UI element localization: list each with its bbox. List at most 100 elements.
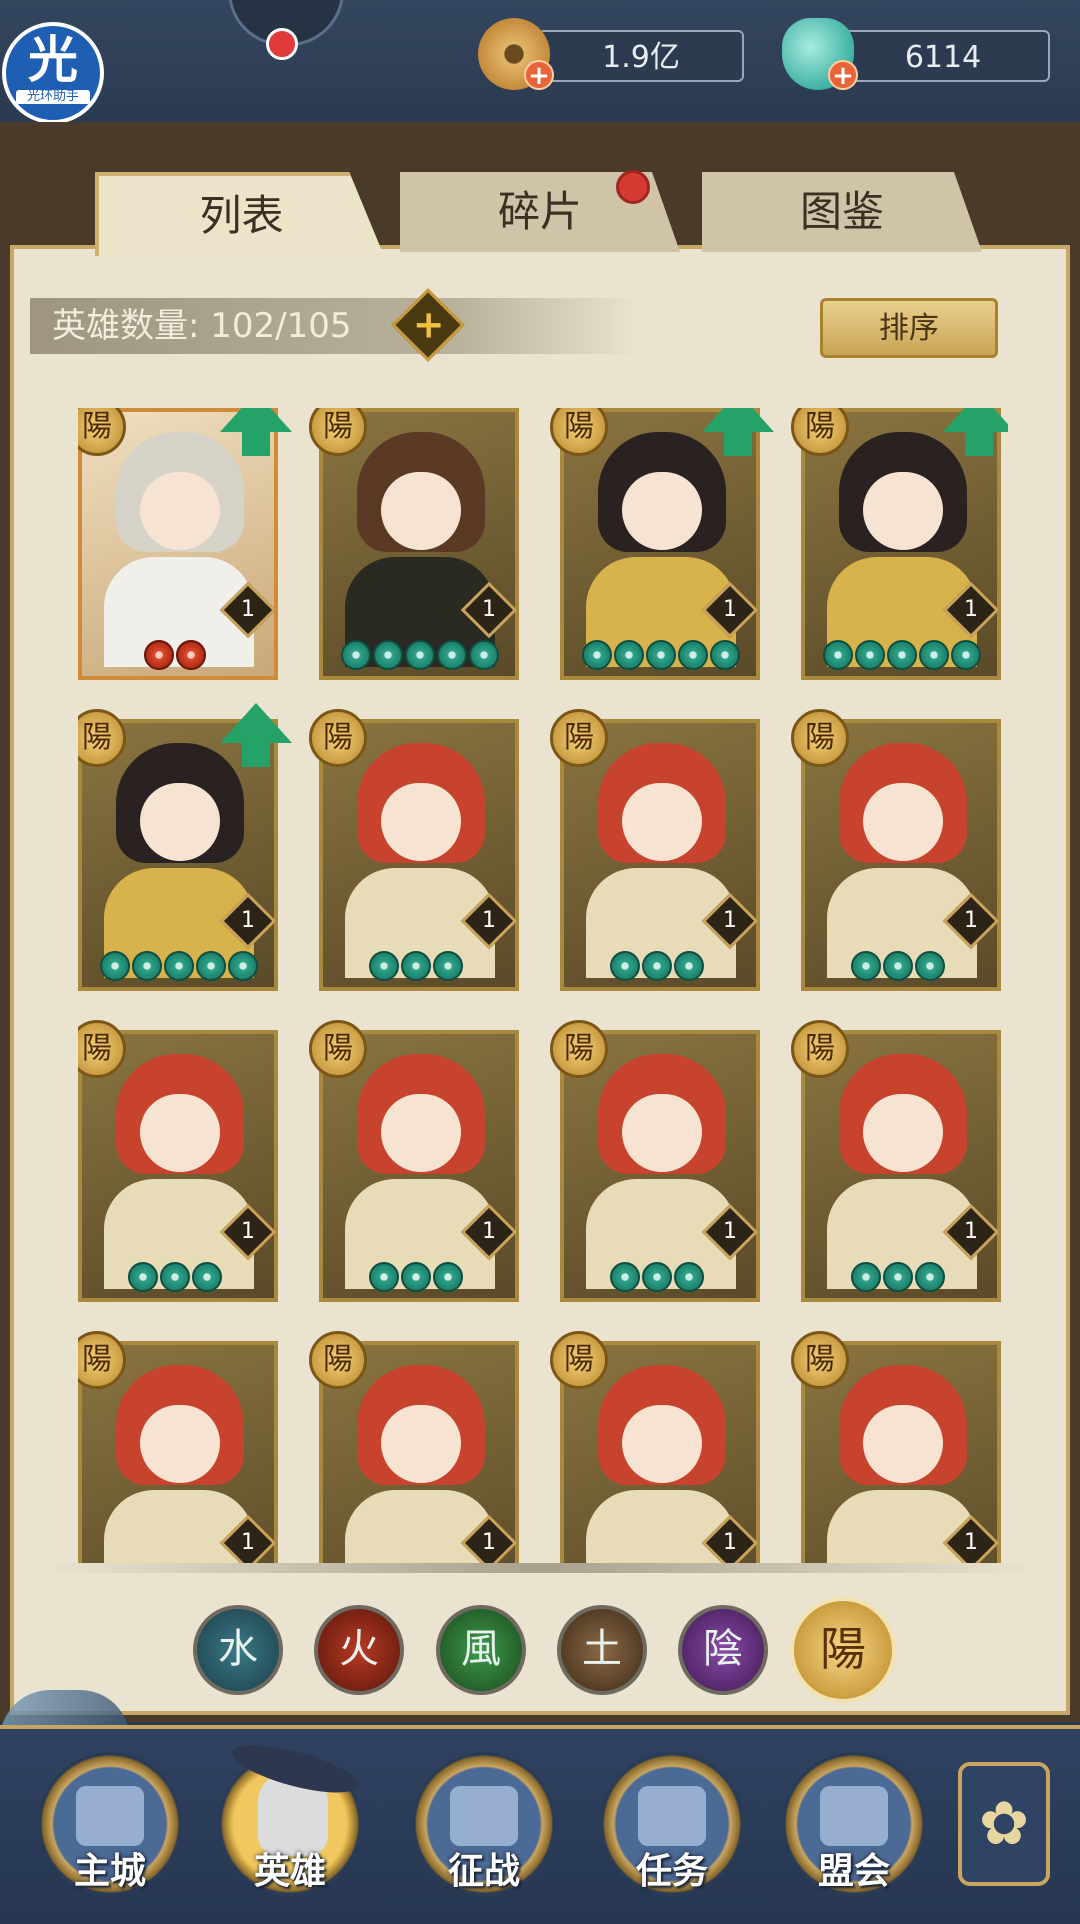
add-gold-button[interactable]: +: [524, 60, 554, 90]
hero-portrait-face: [863, 1405, 943, 1483]
star-icon: [883, 951, 913, 981]
yang-element-badge: 陽: [791, 709, 849, 767]
hero-card[interactable]: 陽1: [550, 408, 774, 680]
hero-level-value: 1: [723, 908, 737, 933]
star-icon: [433, 1262, 463, 1292]
star-icon: [674, 1262, 704, 1292]
hero-portrait-face: [140, 1405, 220, 1483]
filter-water-button[interactable]: 水: [193, 1605, 283, 1695]
hero-star-row: [128, 1262, 222, 1294]
hero-level-value: 1: [482, 597, 496, 622]
star-icon: [401, 1262, 431, 1292]
filter-fire-button[interactable]: 火: [314, 1605, 404, 1695]
nav-tasks[interactable]: 任务: [600, 1752, 744, 1896]
star-icon: [642, 1262, 672, 1292]
tab-gallery[interactable]: 图鉴: [702, 172, 982, 252]
nav-label-tasks: 任务: [635, 1851, 708, 1892]
hero-portrait-face: [381, 1405, 461, 1483]
star-icon: [710, 640, 740, 670]
upgrade-arrow-icon: [220, 408, 292, 456]
scroll-icon: [638, 1786, 706, 1846]
hero-star-row: [610, 951, 704, 983]
star-icon: [373, 640, 403, 670]
star-icon: [228, 951, 258, 981]
yang-element-badge: 陽: [78, 1020, 126, 1078]
star-icon: [164, 951, 194, 981]
hero-card[interactable]: 陽1: [791, 1020, 1001, 1302]
upgrade-arrow-icon: [220, 703, 292, 767]
filter-earth-button[interactable]: 土: [557, 1605, 647, 1695]
hero-level-value: 1: [723, 1530, 737, 1555]
star-icon: [176, 640, 206, 670]
hero-card[interactable]: 陽1: [550, 1020, 760, 1302]
hero-card[interactable]: 陽1: [309, 1020, 519, 1302]
yang-element-badge: 陽: [309, 1020, 367, 1078]
hero-level-value: 1: [482, 908, 496, 933]
hero-level-value: 1: [964, 1530, 978, 1555]
star-icon: [823, 640, 853, 670]
star-icon: [144, 640, 174, 670]
yang-element-badge: 陽: [550, 1020, 608, 1078]
hero-card[interactable]: 陽1: [309, 1331, 519, 1563]
hero-card[interactable]: 陽1: [791, 408, 1008, 680]
hero-card[interactable]: 陽1: [309, 408, 519, 680]
star-icon: [132, 951, 162, 981]
app-logo[interactable]: 光 光环助手: [2, 22, 104, 124]
hero-card[interactable]: 陽1: [78, 1020, 278, 1302]
plus-icon: +: [412, 302, 445, 347]
hero-card[interactable]: 陽1: [78, 703, 292, 991]
hero-card[interactable]: 陽1: [309, 709, 519, 991]
hero-card[interactable]: 陽1: [78, 408, 292, 680]
nav-alliance[interactable]: 盟会: [782, 1752, 926, 1896]
star-icon: [610, 951, 640, 981]
star-icon: [469, 640, 499, 670]
sort-button[interactable]: 排序: [820, 298, 998, 358]
hero-card[interactable]: 陽1: [791, 1331, 1001, 1563]
hero-level-value: 1: [964, 1219, 978, 1244]
hero-level-value: 1: [482, 1530, 496, 1555]
hero-star-row: [582, 640, 740, 672]
nav-heroes[interactable]: 英雄: [218, 1735, 363, 1896]
notification-dot: [266, 28, 298, 60]
star-icon: [369, 951, 399, 981]
filter-wind-button[interactable]: 風: [436, 1605, 526, 1695]
yang-element-badge: 陽: [791, 408, 849, 456]
hero-portrait-face: [622, 472, 702, 550]
hero-level-value: 1: [964, 597, 978, 622]
yang-element-badge: 陽: [309, 1331, 367, 1389]
star-icon: [192, 1262, 222, 1292]
nav-main-city[interactable]: 主城: [38, 1752, 182, 1896]
upgrade-arrow-icon: [702, 408, 774, 456]
nav-campaign[interactable]: 征战: [412, 1752, 556, 1896]
logo-char: 光: [28, 31, 78, 89]
gem-display: 6114: [836, 30, 1050, 82]
gold-display: 1.9亿: [538, 30, 744, 82]
hero-card[interactable]: 陽1: [550, 709, 760, 991]
add-gem-button[interactable]: +: [828, 60, 858, 90]
nav-label-alliance: 盟会: [817, 1851, 890, 1892]
upgrade-arrow-icon: [943, 408, 1008, 456]
hero-card[interactable]: 陽1: [550, 1331, 760, 1563]
hero-star-row: [369, 951, 463, 983]
hero-portrait-face: [863, 1094, 943, 1172]
yang-element-badge: 陽: [309, 709, 367, 767]
yang-element-badge: 陽: [78, 1331, 126, 1389]
hero-card[interactable]: 陽1: [791, 709, 1001, 991]
hero-star-row: [851, 1262, 945, 1294]
menu-flower-icon[interactable]: ✿: [958, 1762, 1050, 1886]
battle-icon: [450, 1786, 518, 1846]
filter-yin-button[interactable]: 陰: [678, 1605, 768, 1695]
hero-portrait-face: [381, 783, 461, 861]
hero-star-row: [100, 951, 258, 983]
star-icon: [915, 1262, 945, 1292]
star-icon: [678, 640, 708, 670]
filter-yang-button[interactable]: 陽: [790, 1597, 896, 1703]
tab-list[interactable]: 列表: [95, 172, 384, 256]
star-icon: [646, 640, 676, 670]
hero-card[interactable]: 陽1: [78, 1331, 278, 1563]
hero-portrait-face: [381, 1094, 461, 1172]
star-icon: [614, 640, 644, 670]
star-icon: [674, 951, 704, 981]
hero-star-row: [823, 640, 981, 672]
star-icon: [883, 1262, 913, 1292]
